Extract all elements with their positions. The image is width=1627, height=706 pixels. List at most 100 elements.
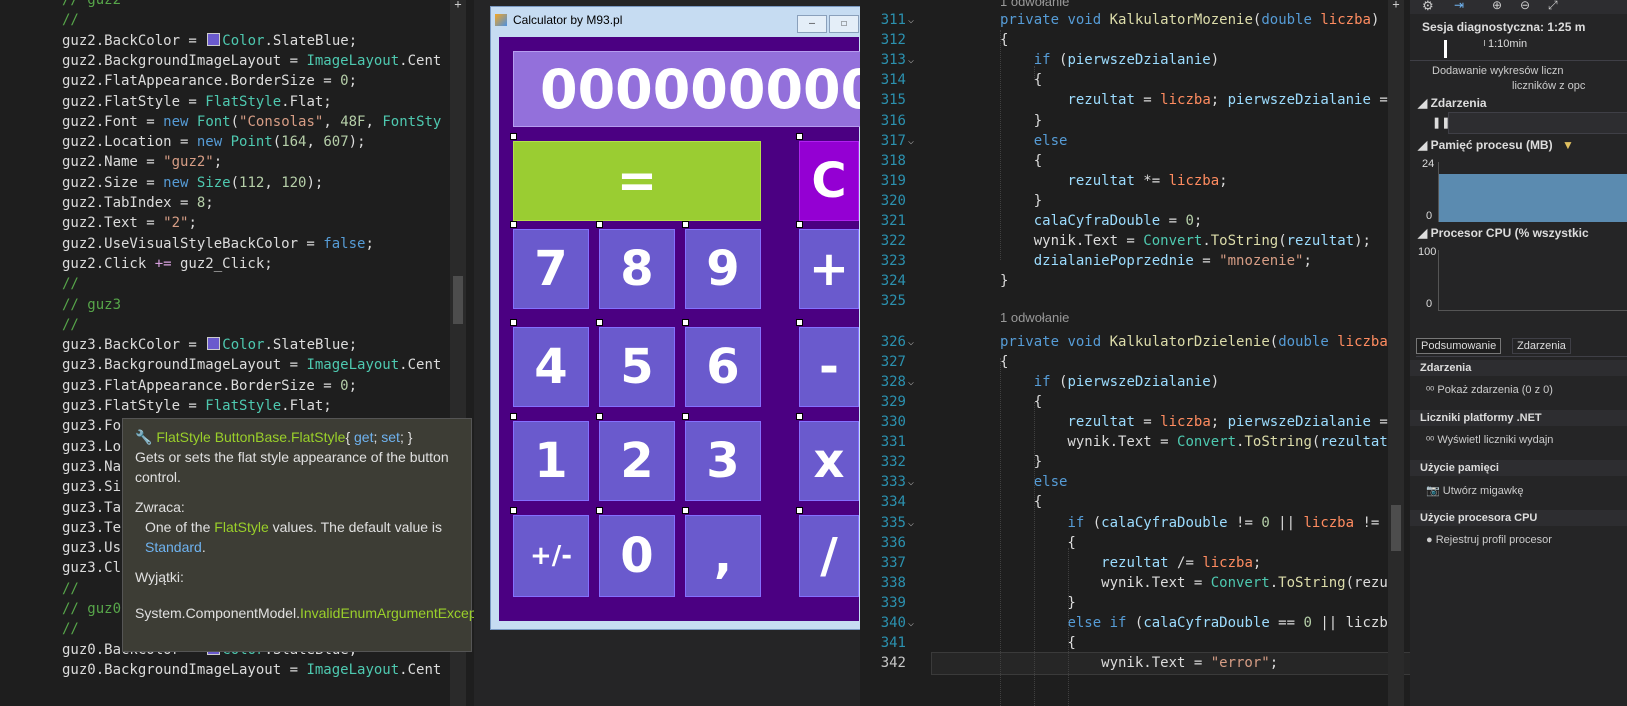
left-code-line[interactable]: guz2.FlatStyle = FlatStyle.Flat; [62, 92, 332, 113]
right-code-line[interactable]: dzialaniePoprzednie = "mnozenie"; [1000, 251, 1312, 272]
left-code-line[interactable]: guz2.FlatAppearance.BorderSize = 0; [62, 71, 357, 92]
split-add-icon[interactable]: + [452, 0, 464, 10]
selection-handle[interactable] [596, 319, 603, 326]
selection-handle[interactable] [682, 413, 689, 420]
left-code-line[interactable]: // [62, 10, 79, 31]
left-code-line[interactable]: guz3.BackgroundImageLayout = ImageLayout… [62, 355, 441, 376]
selection-handle[interactable] [510, 133, 517, 140]
right-code-line[interactable]: private void KalkulatorMozenie(double li… [1000, 10, 1379, 31]
right-code-line[interactable]: wynik.Text = Convert.ToString(rezultat [1000, 432, 1387, 453]
reset-zoom-icon[interactable]: ⤢ [1548, 0, 1558, 13]
calc-button-4[interactable]: 4 [513, 327, 589, 407]
left-code-line[interactable]: guz2.Size = new Size(112, 120); [62, 173, 323, 194]
fold-chevron-icon[interactable]: ⌵ [908, 513, 914, 534]
maximize-button[interactable]: ☐ [829, 15, 859, 33]
left-code-line[interactable]: guz3.Si [62, 477, 121, 498]
selection-handle[interactable] [510, 507, 517, 514]
tab-summary[interactable]: Podsumowanie [1416, 338, 1502, 354]
record-profile-button[interactable]: ● Rejestruj profil procesor [1410, 526, 1627, 554]
calc-button-neg[interactable]: +/- [513, 515, 589, 597]
left-code-line[interactable]: guz3.FlatAppearance.BorderSize = 0; [62, 376, 357, 397]
calc-button-plus[interactable]: + [799, 229, 859, 309]
left-code-line[interactable]: guz3.Cl [62, 558, 121, 579]
zoom-in-icon[interactable]: ⊕ [1492, 0, 1502, 12]
right-code-line[interactable]: { [1000, 70, 1042, 91]
right-scrollbar-thumb[interactable] [1391, 505, 1401, 551]
right-code-line[interactable]: { [1000, 392, 1042, 413]
selection-handle[interactable] [510, 319, 517, 326]
left-scrollbar-thumb[interactable] [453, 276, 463, 324]
timeline-cursor[interactable] [1444, 40, 1447, 58]
right-code-editor[interactable]: 1 odwołanie 311 ⌵ private void KalkulatorMo… [860, 0, 1410, 706]
selection-handle[interactable] [796, 507, 803, 514]
left-code-line[interactable]: // guz0 [62, 599, 121, 620]
left-code-line[interactable]: guz3.BackColor = Color.SlateBlue; [62, 335, 357, 356]
calc-button-equals[interactable]: = [513, 141, 761, 221]
right-code-line[interactable]: if (calaCyfraDouble != 0 || liczba != [1000, 513, 1379, 534]
right-code-line[interactable]: } [1000, 111, 1042, 132]
left-code-line[interactable]: // [62, 315, 79, 336]
right-code-line[interactable]: rezultat = liczba; pierwszeDzialanie = [1000, 90, 1387, 111]
calculator-window[interactable]: Calculator by M93.pl — ☐ 000000000 = C 7 8 9… [490, 6, 878, 630]
left-code-line[interactable]: guz2.BackColor = Color.SlateBlue; [62, 31, 357, 52]
right-code-line[interactable]: if (pierwszeDzialanie) [1000, 372, 1219, 393]
selection-handle[interactable] [596, 221, 603, 228]
right-code-line[interactable]: if (pierwszeDzialanie) [1000, 50, 1219, 71]
calc-button-1[interactable]: 1 [513, 421, 589, 501]
calc-button-mul[interactable]: x [799, 421, 859, 501]
left-code-line[interactable]: // [62, 579, 79, 600]
calc-button-6[interactable]: 6 [685, 327, 761, 407]
fold-chevron-icon[interactable]: ⌵ [908, 472, 914, 493]
right-code-line[interactable]: } [1000, 191, 1042, 212]
selection-handle[interactable] [796, 133, 803, 140]
right-code-line[interactable]: { [1000, 30, 1008, 51]
show-counters-link[interactable]: ᵒᵒ Wyświetl liczniki wydajn [1410, 426, 1627, 454]
left-code-line[interactable]: guz2.Location = new Point(164, 607); [62, 132, 366, 153]
calc-button-comma[interactable]: , [685, 515, 761, 597]
right-code-line[interactable]: { [1000, 151, 1042, 172]
returns-default[interactable]: Standard [145, 539, 202, 555]
calc-button-clear[interactable]: C [799, 141, 859, 221]
right-code-line[interactable]: else [1000, 131, 1068, 152]
right-code-line[interactable]: calaCyfraDouble = 0; [1000, 211, 1203, 232]
right-code-line[interactable]: wynik.Text = Convert.ToString(rezu [1000, 573, 1388, 594]
left-code-line[interactable]: // [62, 274, 79, 295]
calc-button-div[interactable]: / [799, 515, 859, 597]
fold-chevron-icon[interactable]: ⌵ [908, 131, 914, 152]
split-add-icon-right[interactable]: + [1390, 0, 1402, 10]
calc-button-minus[interactable]: - [799, 327, 859, 407]
left-code-line[interactable]: guz3.Ta [62, 498, 121, 519]
right-code-line[interactable]: wynik.Text = "error"; [931, 652, 1410, 676]
left-code-line[interactable]: guz2.Click += guz2_Click; [62, 254, 273, 275]
fold-chevron-icon[interactable]: ⌵ [908, 332, 914, 353]
left-code-line[interactable]: guz2.BackgroundImageLayout = ImageLayout… [62, 51, 441, 72]
selection-handle[interactable] [682, 319, 689, 326]
left-code-line[interactable]: guz3.Us [62, 538, 121, 559]
calc-button-3[interactable]: 3 [685, 421, 761, 501]
exception-name[interactable]: InvalidEnumArgumentException [300, 605, 499, 621]
fold-chevron-icon[interactable]: ⌵ [908, 613, 914, 634]
right-code-line[interactable]: { [1000, 633, 1075, 654]
show-events-link[interactable]: ᵒᵒ Pokaż zdarzenia (0 z 0) [1410, 376, 1627, 404]
left-code-line[interactable]: guz0.BackgroundImageLayout = ImageLayout… [62, 660, 441, 681]
calc-button-0[interactable]: 0 [599, 515, 675, 597]
left-code-line[interactable]: guz3.Te [62, 518, 121, 539]
selection-handle[interactable] [510, 221, 517, 228]
selection-handle[interactable] [796, 221, 803, 228]
left-code-line[interactable]: guz2.Font = new Font("Consolas", 48F, Fo… [62, 112, 441, 133]
left-code-line[interactable]: guz3.Lo [62, 437, 121, 458]
selection-handle[interactable] [596, 507, 603, 514]
fold-chevron-icon[interactable]: ⌵ [908, 10, 914, 31]
calc-button-9[interactable]: 9 [685, 229, 761, 309]
snapshot-button[interactable]: 📷 Utwórz migawkę [1410, 476, 1627, 505]
selection-handle[interactable] [682, 221, 689, 228]
selection-handle[interactable] [796, 413, 803, 420]
selection-handle[interactable] [682, 507, 689, 514]
fold-chevron-icon[interactable]: ⌵ [908, 372, 914, 393]
left-code-line[interactable]: // [62, 619, 79, 640]
left-code-line[interactable]: guz3.Na [62, 457, 121, 478]
left-code-line[interactable]: guz2.Name = "guz2"; [62, 152, 222, 173]
selection-handle[interactable] [796, 319, 803, 326]
right-code-line[interactable]: } [1000, 452, 1042, 473]
left-code-line[interactable]: guz2.TabIndex = 8; [62, 193, 214, 214]
